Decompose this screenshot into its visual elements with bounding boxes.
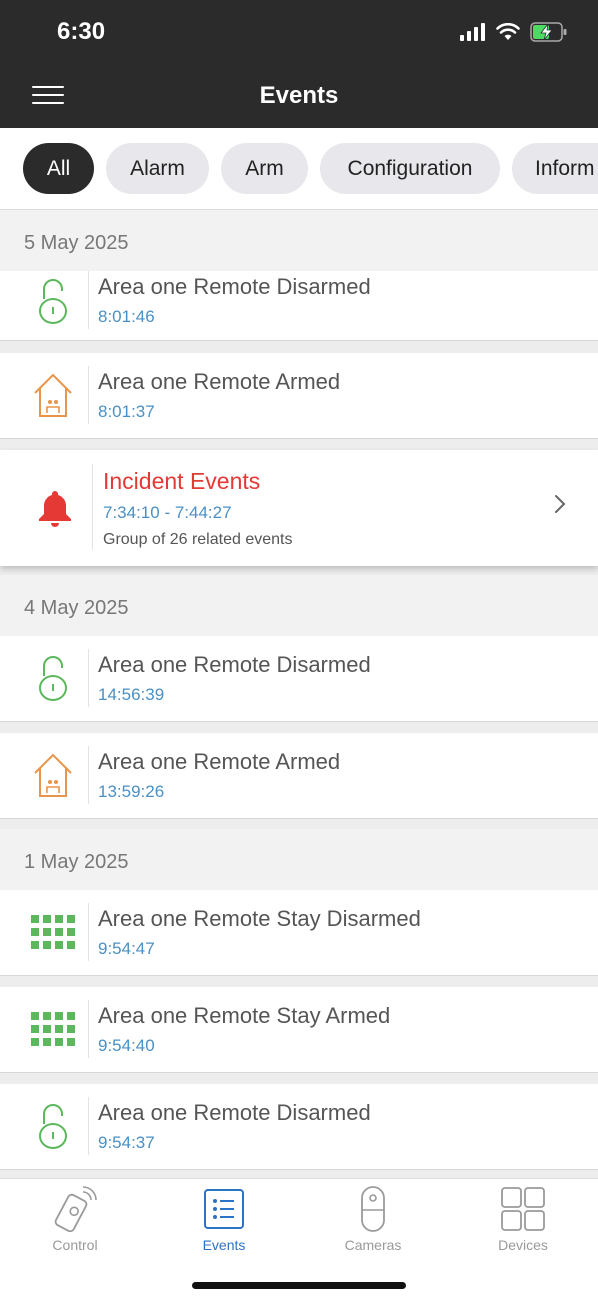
tab-label: Events <box>202 1237 246 1253</box>
nav-bar: Events <box>0 64 598 128</box>
filter-chip-arm[interactable]: Arm <box>221 143 308 194</box>
date-header: 1 May 2025 <box>0 829 598 890</box>
remote-control-icon <box>15 1185 135 1233</box>
incident-title: Incident Events <box>103 468 261 494</box>
event-time: 9:54:37 <box>98 1133 155 1152</box>
tab-label: Devices <box>498 1237 548 1253</box>
wifi-icon <box>496 23 520 40</box>
date-label: 1 May 2025 <box>24 851 129 873</box>
keypad-icon <box>20 902 86 962</box>
event-time: 9:54:47 <box>98 939 155 958</box>
incident-subtitle: Group of 26 related events <box>103 531 293 548</box>
date-header: 5 May 2025 <box>0 210 598 271</box>
event-title: Area one Remote Disarmed <box>98 652 371 677</box>
tab-label: Cameras <box>344 1237 402 1253</box>
home-indicator[interactable] <box>192 1282 406 1289</box>
chevron-right-icon <box>554 494 566 519</box>
event-time: 9:54:40 <box>98 1036 155 1055</box>
cellular-signal-icon <box>460 23 485 41</box>
event-row[interactable]: Area one Remote Disarmed 14:56:39 <box>0 636 598 722</box>
event-row[interactable]: Area one Remote Stay Armed 9:54:40 <box>0 987 598 1073</box>
tab-bar: Control Events Cameras Devices <box>0 1178 598 1300</box>
unlock-icon <box>20 648 86 708</box>
keypad-icon <box>20 999 86 1059</box>
event-row[interactable]: Area one Remote Armed 13:59:26 <box>0 733 598 819</box>
status-bar: 6:30 <box>0 0 598 64</box>
date-label: 5 May 2025 <box>24 232 129 254</box>
filter-bar: All Alarm Arm Configuration Inform <box>0 128 598 210</box>
status-time: 6:30 <box>57 18 106 45</box>
date-label: 4 May 2025 <box>24 597 129 619</box>
filter-chip-configuration[interactable]: Configuration <box>320 143 500 194</box>
event-title: Area one Remote Disarmed <box>98 274 371 299</box>
event-time: 13:59:26 <box>98 782 165 801</box>
unlock-icon <box>20 1096 86 1156</box>
devices-grid-icon <box>463 1185 583 1233</box>
status-icons <box>460 22 568 42</box>
tab-control[interactable]: Control <box>15 1185 135 1255</box>
camera-icon <box>313 1185 433 1233</box>
unlock-icon <box>20 271 86 331</box>
filter-chip-information[interactable]: Inform <box>512 143 598 194</box>
tab-events[interactable]: Events <box>164 1185 284 1255</box>
page-title: Events <box>259 82 339 109</box>
house-armed-icon <box>20 365 86 425</box>
event-row[interactable]: Area one Remote Disarmed 8:01:46 <box>0 271 598 341</box>
date-header: 4 May 2025 <box>0 575 598 636</box>
event-title: Area one Remote Armed <box>98 749 341 774</box>
tab-label: Control <box>52 1237 98 1253</box>
event-row[interactable]: Area one Remote Stay Disarmed 9:54:47 <box>0 890 598 976</box>
event-list[interactable]: 5 May 2025 Area one Remote Disarmed 8:01… <box>0 210 598 1178</box>
tab-devices[interactable]: Devices <box>463 1185 583 1255</box>
event-title: Area one Remote Armed <box>98 369 341 394</box>
event-row[interactable]: Area one Remote Armed 8:01:37 <box>0 353 598 439</box>
event-time: 8:01:46 <box>98 307 155 326</box>
house-armed-icon <box>20 745 86 805</box>
event-time: 14:56:39 <box>98 685 165 704</box>
filter-chip-all[interactable]: All <box>23 143 94 194</box>
events-list-icon <box>164 1185 284 1233</box>
event-title: Area one Remote Disarmed <box>98 1100 371 1125</box>
incident-time-range: 7:34:10 - 7:44:27 <box>103 503 232 522</box>
event-title: Area one Remote Stay Armed <box>98 1003 391 1028</box>
incident-events-card[interactable]: Incident Events 7:34:10 - 7:44:27 Group … <box>0 450 598 566</box>
tab-cameras[interactable]: Cameras <box>313 1185 433 1255</box>
filter-chip-alarm[interactable]: Alarm <box>106 143 209 194</box>
event-title: Area one Remote Stay Disarmed <box>98 906 421 931</box>
event-time: 8:01:37 <box>98 402 155 421</box>
event-row[interactable]: Area one Remote Disarmed 9:54:37 <box>0 1084 598 1170</box>
battery-charging-icon <box>530 22 567 42</box>
alarm-bell-icon <box>24 478 86 538</box>
